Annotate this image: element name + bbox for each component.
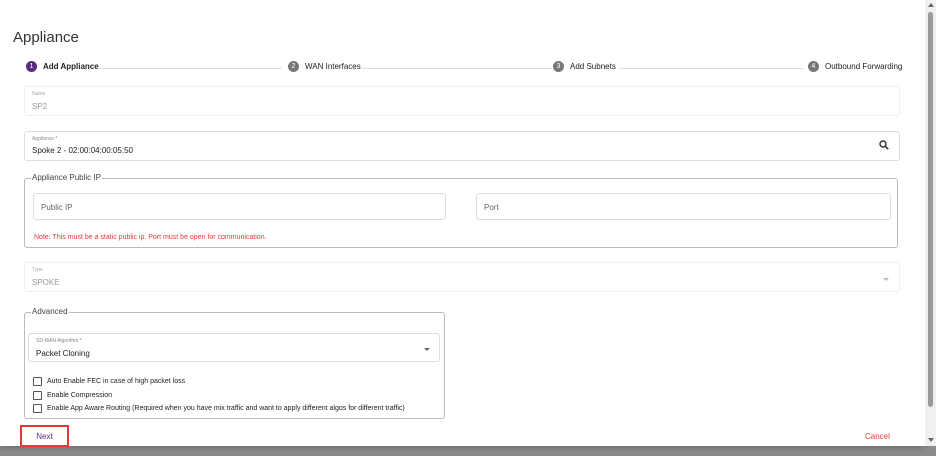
- advanced-legend: Advanced: [31, 307, 69, 316]
- checkbox-box[interactable]: [33, 391, 42, 400]
- step-label: Add Appliance: [43, 62, 99, 71]
- public-ip-note: Note: This must be a static public ip. P…: [34, 234, 267, 241]
- scrollbar[interactable]: [925, 0, 936, 446]
- algorithm-label: SD-WAN Algorithm *: [36, 338, 82, 344]
- checkbox-label: Enable Compression: [47, 392, 112, 399]
- sd-wan-algorithm-select[interactable]: SD-WAN Algorithm * Packet Cloning: [28, 333, 440, 362]
- checkbox-compression[interactable]: Enable Compression: [33, 391, 112, 400]
- step-label: WAN Interfaces: [305, 62, 361, 71]
- checkbox-label: Auto Enable FEC in case of high packet l…: [47, 378, 186, 385]
- checkbox-label: Enable App Aware Routing (Required when …: [47, 405, 405, 412]
- advanced-group: Advanced SD-WAN Algorithm * Packet Cloni…: [24, 307, 445, 419]
- name-value: SP2: [32, 102, 48, 111]
- name-field: Name SP2: [24, 86, 900, 116]
- search-icon[interactable]: [879, 140, 889, 150]
- appliance-label: Appliance *: [32, 136, 58, 142]
- step-number: 1: [26, 61, 37, 72]
- public-ip-legend: Appliance Public IP: [31, 173, 102, 182]
- cancel-button[interactable]: Cancel: [865, 432, 890, 441]
- step-connector: [99, 68, 282, 69]
- checkbox-box[interactable]: [33, 377, 42, 386]
- type-label: Type: [32, 267, 43, 273]
- step-label: Add Subnets: [570, 62, 616, 71]
- port-input[interactable]: Port: [476, 193, 891, 220]
- step-outbound-forwarding[interactable]: 4 Outbound Forwarding: [808, 61, 902, 72]
- next-button[interactable]: Next: [20, 425, 69, 447]
- chevron-down-icon: [883, 278, 889, 281]
- port-placeholder: Port: [484, 203, 499, 212]
- step-add-appliance[interactable]: 1 Add Appliance: [26, 61, 99, 72]
- scroll-up-arrow-icon[interactable]: [928, 3, 934, 7]
- appliance-value: Spoke 2 - 02:00:04:00:05:50: [32, 146, 133, 155]
- appliance-field[interactable]: Appliance * Spoke 2 - 02:00:04:00:05:50: [24, 131, 900, 161]
- algorithm-value: Packet Cloning: [36, 349, 90, 358]
- step-connector: [619, 68, 804, 69]
- checkbox-app-aware-routing[interactable]: Enable App Aware Routing (Required when …: [33, 404, 405, 413]
- stepper: 1 Add Appliance 2 WAN Interfaces 3 Add S…: [24, 61, 902, 75]
- checkbox-auto-fec[interactable]: Auto Enable FEC in case of high packet l…: [33, 377, 185, 386]
- type-value: SPOKE: [32, 278, 60, 287]
- type-select: Type SPOKE: [24, 262, 900, 292]
- step-number: 2: [288, 61, 299, 72]
- chevron-down-icon: [424, 348, 430, 351]
- scroll-down-arrow-icon[interactable]: [928, 438, 934, 442]
- step-wan-interfaces[interactable]: 2 WAN Interfaces: [288, 61, 361, 72]
- step-number: 4: [808, 61, 819, 72]
- public-ip-input[interactable]: Public IP: [33, 193, 446, 220]
- checkbox-box[interactable]: [33, 404, 42, 413]
- appliance-dialog: Appliance 1 Add Appliance 2 WAN Interfac…: [0, 0, 925, 447]
- name-label: Name: [32, 91, 46, 97]
- public-ip-group: Appliance Public IP Public IP Port Note:…: [24, 173, 898, 248]
- dialog-title: Appliance: [13, 29, 79, 46]
- step-add-subnets[interactable]: 3 Add Subnets: [553, 61, 616, 72]
- step-number: 3: [553, 61, 564, 72]
- step-label: Outbound Forwarding: [825, 62, 903, 71]
- scrollbar-thumb[interactable]: [928, 12, 933, 407]
- public-ip-placeholder: Public IP: [41, 203, 73, 212]
- step-connector: [362, 68, 552, 69]
